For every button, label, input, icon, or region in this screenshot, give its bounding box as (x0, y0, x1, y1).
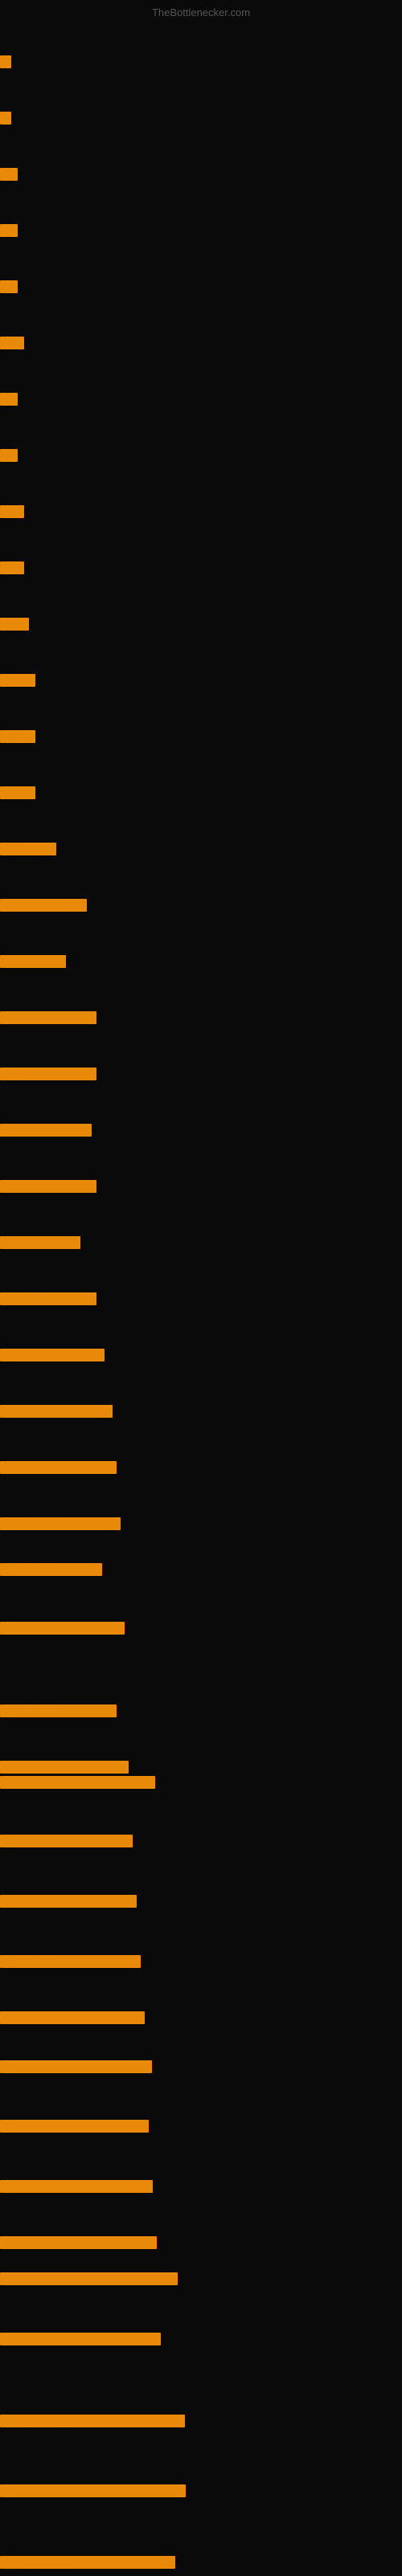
bar-label: Bottleneck result (0, 1776, 155, 1789)
bar-row: Bo (0, 390, 18, 413)
bar-label: B (0, 55, 11, 68)
bar-label: Bottleneck result (0, 1622, 125, 1635)
bar-row: Bott (0, 558, 24, 582)
bar-label: Bottle (0, 674, 35, 687)
bar-label: Bottleneck result (0, 2011, 145, 2024)
bar-row: Bottleneck resul (0, 1121, 92, 1144)
bar-row: Bottleneck result (0, 1289, 96, 1312)
bar-label: Bo (0, 449, 18, 462)
bar-label: Bottleneck result (0, 2180, 153, 2193)
bar-row: Bottleneck result (0, 1831, 133, 1855)
bar-row: Bottleneck result (0, 2329, 161, 2353)
bar-label: Bott (0, 337, 24, 349)
bar-row: Bottleneck result (0, 1514, 121, 1537)
bar-label: Bottleneck result (0, 1955, 141, 1968)
bar-row: Bottleneck result (0, 1701, 117, 1725)
bar-row: Bo (0, 221, 18, 244)
bar-label: Bo (0, 280, 18, 293)
bar-row: Bottleneck result (0, 2177, 153, 2200)
bar-label: Bottleneck result (0, 1835, 133, 1847)
bar-row: Bo (0, 446, 18, 469)
bar-row: Bottleneck result (0, 1402, 113, 1425)
bar-row: Bo (0, 277, 18, 300)
bar-label: Bottleneck result (0, 2556, 175, 2569)
bar-row: B (0, 108, 11, 132)
bar-row: Bottleneck result (0, 1345, 105, 1369)
site-title: TheBottlenecker.com (152, 6, 250, 18)
bar-label: Bottleneck resul (0, 1124, 92, 1137)
bar-row: Bottl (0, 614, 29, 638)
bar-label: Bottleneck res (0, 1236, 80, 1249)
bar-row: Bott (0, 502, 24, 525)
bar-label: Bottleneck result (0, 1180, 96, 1193)
bar-label: Bottleneck result (0, 2272, 178, 2285)
bar-row: Bottleneck result (0, 1008, 96, 1031)
bar-row: Bottleneck result (0, 1619, 125, 1642)
bar-row: Bottleneck (0, 839, 56, 863)
bar-label: Bottleneck result (0, 2484, 186, 2497)
bar-label: Bottl (0, 618, 29, 631)
bar-label: Bottleneck result (0, 1517, 121, 1530)
bar-label: Bottleneck result (0, 2060, 152, 2073)
bar-row: Bottleneck result (0, 2553, 175, 2576)
bar-label: Bottleneck result (0, 2415, 185, 2427)
bar-label: Bottleneck result (0, 1895, 137, 1908)
bar-row: Bottleneck result (0, 2411, 185, 2435)
bar-label: Bottleneck result (0, 1068, 96, 1080)
bar-row: Bottle (0, 727, 35, 750)
bar-row: Bottleneck result (0, 2057, 152, 2080)
bar-row: Bottleneck result (0, 2481, 186, 2505)
bar-row: Bottle (0, 783, 35, 806)
bar-label: Bo (0, 393, 18, 406)
bar-label: Bottleneck result (0, 2120, 149, 2133)
bar-row: Bottleneck r (0, 952, 66, 975)
bar-label: Bottleneck result (0, 1405, 113, 1418)
bar-label: B (0, 112, 11, 125)
bar-row: Bottleneck result (0, 1458, 117, 1481)
bar-row: Bottle (0, 671, 35, 694)
bar-label: Bottleneck r (0, 955, 66, 968)
bar-label: Bott (0, 561, 24, 574)
bar-label: Bo (0, 168, 18, 181)
bar-label: Bottleneck result (0, 1349, 105, 1361)
bar-label: Bott (0, 505, 24, 518)
bar-row: Bottleneck result (0, 1064, 96, 1088)
bar-row: Bott (0, 333, 24, 357)
bar-label: Bottleneck result (0, 1011, 96, 1024)
bar-row: Bottleneck result (0, 2117, 149, 2140)
bar-label: Bottleneck result (0, 2236, 157, 2249)
bar-label: Bottleneck result (0, 1704, 117, 1717)
bar-row: Bottleneck result (0, 2233, 157, 2256)
bar-row: Bottleneck result (0, 2008, 145, 2031)
bar-row: Bottleneck result (0, 2269, 178, 2292)
bar-label: Bottleneck res (0, 1563, 102, 1576)
bar-label: Bottleneck (0, 843, 56, 855)
bar-label: Bottleneck result (0, 2333, 161, 2345)
bar-row: Bottleneck result (0, 1177, 96, 1200)
bar-row: Bottleneck result (0, 1773, 155, 1796)
bar-label: Bottleneck result (0, 1292, 96, 1305)
bar-row: Bottleneck result (0, 1952, 141, 1975)
bar-label: Bottleneck result (0, 1761, 129, 1774)
bar-label: Bottle (0, 730, 35, 743)
bar-row: Bottleneck result (0, 1892, 137, 1915)
bar-label: Bottleneck resu (0, 899, 87, 912)
bar-row: Bo (0, 165, 18, 188)
bar-row: Bottleneck resu (0, 896, 87, 919)
bar-label: Bo (0, 224, 18, 237)
bar-label: Bottleneck result (0, 1461, 117, 1474)
bar-row: Bottleneck res (0, 1233, 80, 1256)
bar-label: Bottle (0, 786, 35, 799)
bar-row: Bottleneck res (0, 1560, 102, 1583)
bar-row: B (0, 52, 11, 76)
